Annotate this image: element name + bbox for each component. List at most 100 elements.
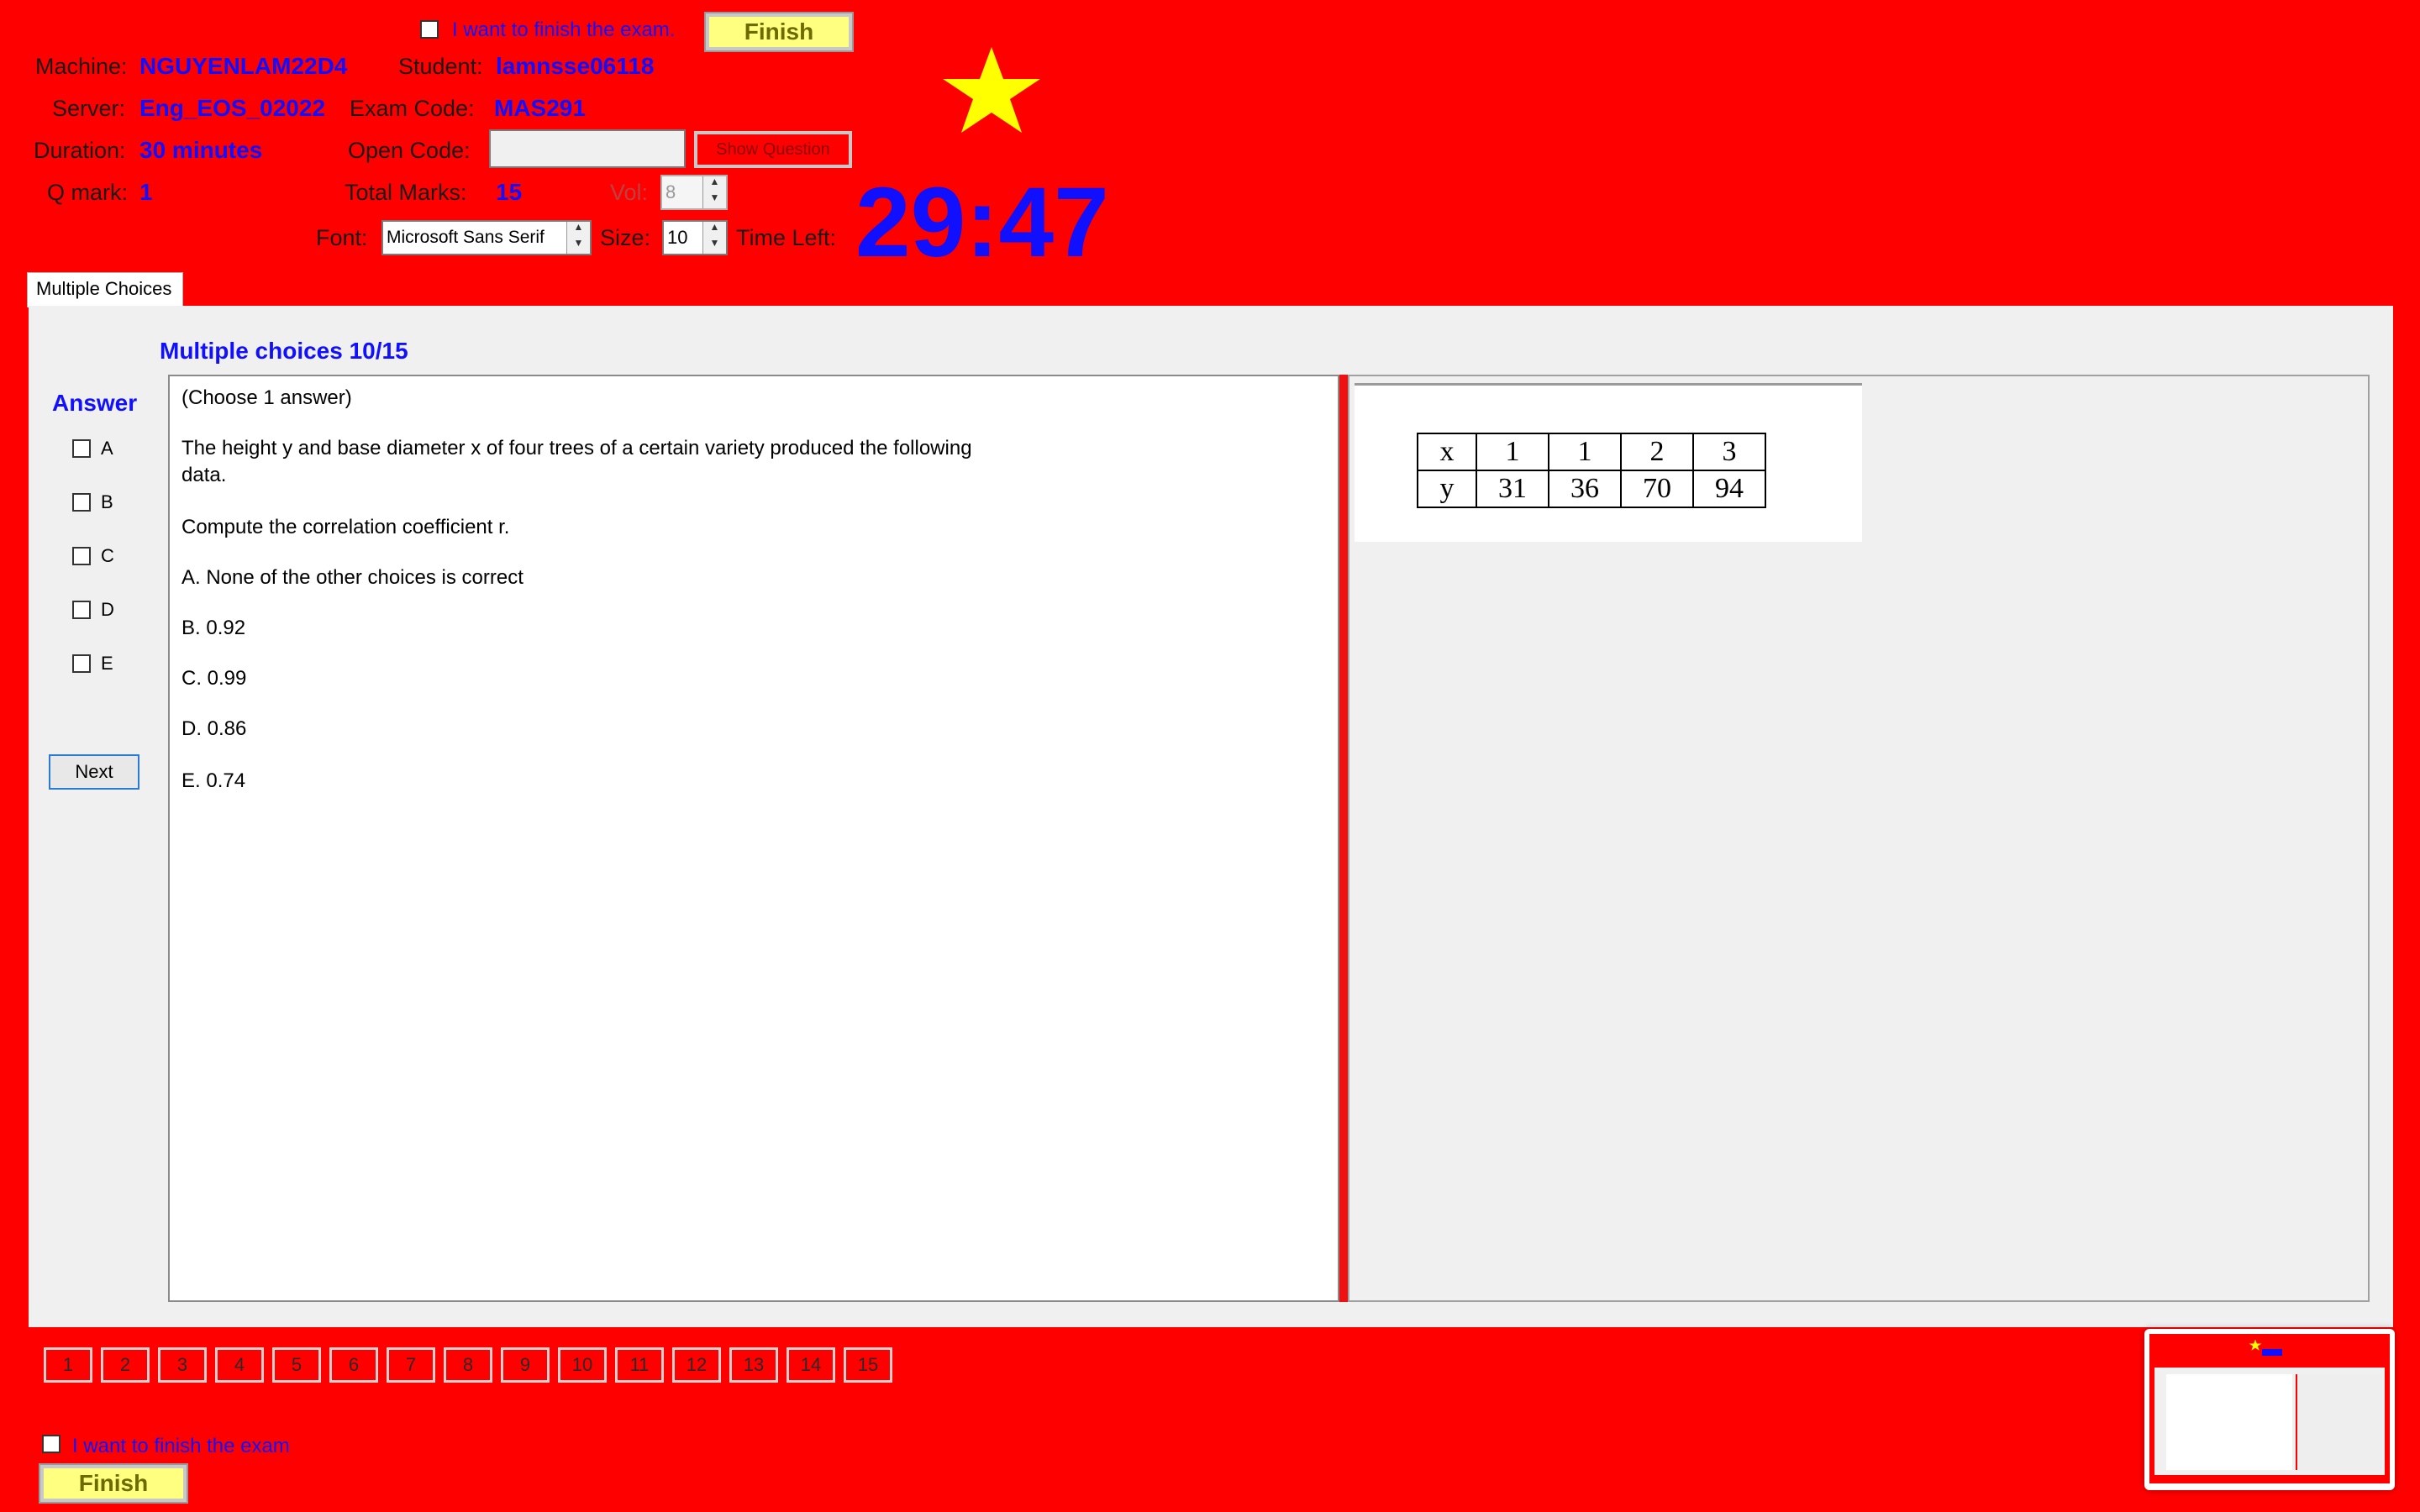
question-nav-8[interactable]: 8 <box>444 1347 492 1383</box>
qmark-label: Q mark: <box>47 180 129 205</box>
answer-option-d[interactable]: D <box>72 598 114 621</box>
finish-exam-label-top: I want to finish the exam. <box>452 18 676 41</box>
size-spin-arrows[interactable]: ▲ ▼ <box>702 222 726 254</box>
answer-option-a[interactable]: A <box>72 437 113 459</box>
question-nav-14[interactable]: 14 <box>786 1347 835 1383</box>
table-cell: x <box>1417 433 1477 471</box>
checkbox[interactable] <box>72 547 91 566</box>
question-text-line-2: data. <box>182 464 227 486</box>
student-label: Student: <box>398 54 483 79</box>
show-question-button[interactable]: Show Question <box>694 131 852 168</box>
question-nav-2[interactable]: 2 <box>101 1347 150 1383</box>
size-stepper[interactable]: 10 ▲ ▼ <box>662 220 728 255</box>
font-stepper[interactable]: Microsoft Sans Serif ▲ ▼ <box>381 220 592 255</box>
star-icon <box>2249 1339 2262 1351</box>
spin-down-icon[interactable]: ▼ <box>703 192 726 208</box>
choice-d: D. 0.86 <box>182 717 247 740</box>
option-label: D <box>101 599 114 621</box>
vol-label: Vol: <box>610 180 649 205</box>
question-nav-13[interactable]: 13 <box>729 1347 778 1383</box>
question-image: x 1 1 2 3 y 31 36 70 94 <box>1355 383 1862 542</box>
question-nav-4[interactable]: 4 <box>215 1347 264 1383</box>
checkbox[interactable] <box>72 601 91 620</box>
duration-label: Duration: <box>34 138 126 163</box>
option-label: A <box>101 438 113 459</box>
question-nav-11[interactable]: 11 <box>615 1347 664 1383</box>
spin-down-icon[interactable]: ▼ <box>567 238 590 254</box>
machine-value: NGUYENLAM22D4 <box>139 53 348 79</box>
checkbox[interactable] <box>72 439 91 459</box>
checkbox[interactable] <box>72 493 91 512</box>
question-nav-6[interactable]: 6 <box>329 1347 378 1383</box>
question-nav-9[interactable]: 9 <box>501 1347 550 1383</box>
size-label: Size: <box>600 225 651 250</box>
spin-up-icon[interactable]: ▲ <box>703 222 726 238</box>
thumbnail-image-panel <box>2296 1374 2381 1470</box>
tab-multiple-choices[interactable]: Multiple Choices <box>27 272 183 307</box>
question-nav-5[interactable]: 5 <box>272 1347 321 1383</box>
spin-up-icon[interactable]: ▲ <box>567 222 590 238</box>
question-nav-1[interactable]: 1 <box>44 1347 92 1383</box>
question-nav-10[interactable]: 10 <box>558 1347 607 1383</box>
table-cell: 94 <box>1692 470 1766 508</box>
duration-value: 30 minutes <box>139 137 263 163</box>
time-left-label: Time Left: <box>736 225 837 250</box>
splitter[interactable] <box>1339 375 1348 1302</box>
table-row: y 31 36 70 94 <box>1417 470 1766 508</box>
choice-b: B. 0.92 <box>182 617 246 639</box>
question-image-panel: x 1 1 2 3 y 31 36 70 94 <box>1348 375 2370 1302</box>
finish-button-top[interactable]: Finish <box>704 12 854 52</box>
table-cell: 31 <box>1476 470 1549 508</box>
question-nav-15[interactable]: 15 <box>844 1347 892 1383</box>
answer-option-e[interactable]: E <box>72 652 113 675</box>
next-button[interactable]: Next <box>49 754 139 790</box>
checkbox[interactable] <box>72 654 91 674</box>
answer-option-b[interactable]: B <box>72 491 113 513</box>
time-left-value: 29:47 <box>855 167 1109 278</box>
table-cell: 3 <box>1692 433 1766 471</box>
vol-value: 8 <box>666 181 676 202</box>
thumbnail-text-area <box>2166 1374 2292 1470</box>
font-value: Microsoft Sans Serif <box>387 228 544 247</box>
vol-spin-arrows[interactable]: ▲ ▼ <box>702 176 726 208</box>
exam-code-value: MAS291 <box>494 95 586 121</box>
question-nav-12[interactable]: 12 <box>672 1347 721 1383</box>
question-nav-3[interactable]: 3 <box>158 1347 207 1383</box>
thumbnail-timer <box>2262 1349 2282 1356</box>
total-marks-value: 15 <box>496 179 523 205</box>
answer-heading: Answer <box>52 390 138 416</box>
choice-e: E. 0.74 <box>182 769 246 792</box>
question-prompt: Compute the correlation coefficient r. <box>182 516 510 538</box>
student-value: lamnsse06118 <box>496 53 655 79</box>
question-nav-7[interactable]: 7 <box>387 1347 435 1383</box>
open-code-label: Open Code: <box>348 138 471 163</box>
table-row: x 1 1 2 3 <box>1417 433 1766 471</box>
question-heading: Multiple choices 10/15 <box>160 338 408 364</box>
table-cell: 70 <box>1620 470 1694 508</box>
answer-option-c[interactable]: C <box>72 544 114 567</box>
question-text-area[interactable]: (Choose 1 answer) The height y and base … <box>168 375 1339 1302</box>
star-icon <box>943 47 1040 133</box>
server-label: Server: <box>52 96 126 121</box>
choice-a: A. None of the other choices is correct <box>182 566 523 589</box>
option-label: B <box>101 491 113 513</box>
finish-exam-checkbox-bottom[interactable] <box>42 1435 60 1453</box>
option-label: E <box>101 653 113 675</box>
open-code-input[interactable] <box>489 129 686 168</box>
option-label: C <box>101 545 114 567</box>
table-cell: 2 <box>1620 433 1694 471</box>
vol-stepper[interactable]: 8 ▲ ▼ <box>660 175 728 210</box>
machine-label: Machine: <box>35 54 128 79</box>
server-value: Eng_EOS_02022 <box>139 95 326 121</box>
spin-down-icon[interactable]: ▼ <box>703 238 726 254</box>
table-cell: 1 <box>1476 433 1549 471</box>
font-spin-arrows[interactable]: ▲ ▼ <box>566 222 590 254</box>
table-cell: 1 <box>1548 433 1622 471</box>
question-text-line-1: The height y and base diameter x of four… <box>182 437 972 459</box>
spin-up-icon[interactable]: ▲ <box>703 176 726 192</box>
finish-button-bottom[interactable]: Finish <box>39 1463 188 1504</box>
exam-code-label: Exam Code: <box>350 96 475 121</box>
window-thumbnail <box>2144 1329 2395 1490</box>
finish-exam-checkbox-top[interactable] <box>420 20 439 39</box>
thumbnail-content <box>2149 1334 2390 1483</box>
